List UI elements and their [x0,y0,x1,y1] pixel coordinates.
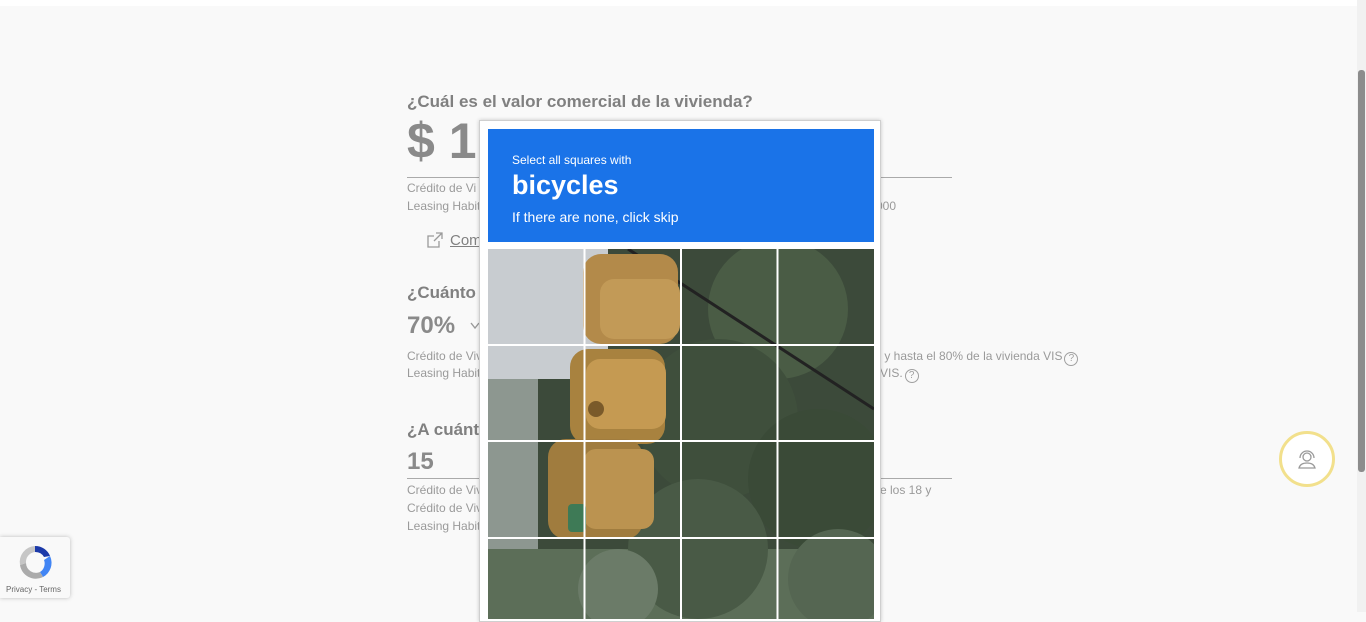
home-value-note-leasing: Leasing Habit [407,199,481,213]
captcha-instruction: Select all squares with [512,153,632,167]
captcha-tile[interactable] [488,346,585,443]
question-home-value: ¿Cuál es el valor comercial de la vivien… [407,92,753,111]
term-note-right: re los 18 y [876,483,932,497]
recaptcha-terms[interactable]: Privacy - Terms [6,585,61,594]
captcha-target: bicycles [512,170,619,200]
captcha-tile[interactable] [488,539,585,620]
captcha-tile[interactable] [778,539,875,620]
captcha-header: Select all squares with bicycles If ther… [488,129,874,242]
term-note-leasing: Leasing Habit [407,519,481,533]
captcha-image-grid [488,249,874,619]
scrollbar[interactable] [1357,0,1366,612]
captcha-hint: If there are none, click skip [512,209,679,225]
captcha-tiles [488,249,874,619]
captcha-tile[interactable] [681,442,778,539]
financing-note-credito: Crédito de Viv [407,349,483,363]
captcha-challenge: Select all squares with bicycles If ther… [479,120,881,622]
support-chat-button[interactable] [1279,431,1335,487]
term-note-credito-2: Crédito de Viv [407,501,483,515]
captcha-tile[interactable] [488,249,585,346]
recaptcha-badge[interactable]: Privacy - Terms [0,537,70,598]
captcha-tile[interactable] [778,442,875,539]
scrollbar-thumb[interactable] [1358,70,1365,472]
recaptcha-logo-icon [19,545,52,579]
captcha-tile[interactable] [681,346,778,443]
financing-percent-select[interactable]: 70% [407,312,455,340]
captcha-tile[interactable] [681,249,778,346]
captcha-tile[interactable] [585,442,682,539]
compare-link[interactable]: Com [450,232,482,249]
help-icon[interactable]: ? [1064,352,1079,366]
term-note-credito-1: Crédito de Viv [407,483,483,497]
captcha-tile[interactable] [681,539,778,620]
home-value-note-credito: Crédito de Vi [407,181,477,195]
captcha-tile[interactable] [585,539,682,620]
external-link-icon [427,232,443,248]
question-term-years: ¿A cuánto [407,420,490,439]
captcha-tile[interactable] [585,249,682,346]
home-value-input[interactable]: $ 1 [407,112,477,170]
captcha-tile[interactable] [778,249,875,346]
financing-note-leasing: Leasing Habit [407,366,481,380]
help-icon[interactable]: ? [904,369,919,383]
financing-note-right-1: S y hasta el 80% de la vivienda VIS [873,349,1063,363]
financing-note-right-2: VIS. [880,366,903,380]
headset-icon [1298,450,1316,469]
captcha-tile[interactable] [585,346,682,443]
captcha-tile[interactable] [778,346,875,443]
captcha-tile[interactable] [488,442,585,539]
term-years-input[interactable]: 15 [407,448,434,476]
top-bar [0,0,1357,6]
